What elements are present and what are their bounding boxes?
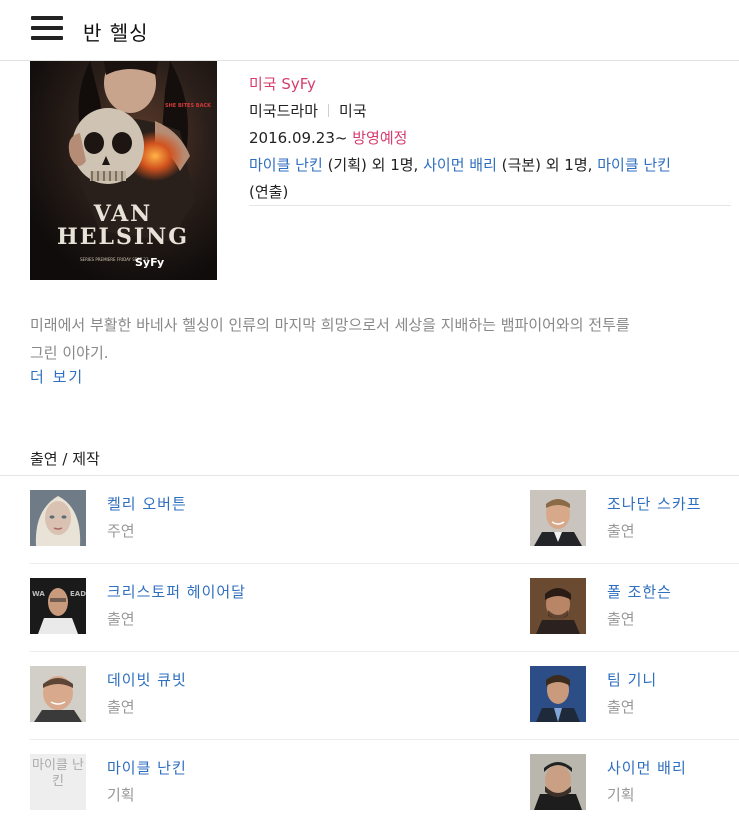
channel-link[interactable]: 미국 SyFy [249, 75, 316, 93]
more-link[interactable]: 더 보기 [30, 366, 84, 387]
section-divider [0, 475, 739, 476]
cast-section-title: 출연 / 제작 [30, 450, 100, 468]
svg-text:EAD: EAD [70, 590, 86, 598]
show-info: 미국 SyFy 미국드라마 미국 2016.09.23~ 방영예정 마이클 난킨 … [249, 71, 731, 206]
avatar [530, 666, 586, 722]
row-divider [30, 651, 739, 652]
credit-detail-creator: (기획) 외 1명, [327, 156, 419, 174]
poster-tagline: SHE BITES BACK [165, 103, 212, 109]
avatar-placeholder-text: 마이클 난킨 [32, 758, 84, 789]
cast-item[interactable]: WA EAD 크리스토퍼 헤이어달 출연 [30, 578, 450, 634]
credits-row: 마이클 난킨 (기획) 외 1명, 사이먼 배리 (극본) 외 1명, 마이클 … [249, 152, 731, 179]
person-role: 출연 [607, 698, 635, 716]
synopsis-line1: 미래에서 부활한 바네사 헬싱이 인류의 마지막 희망으로서 세상을 지배하는 … [30, 316, 630, 334]
cast-item[interactable]: 데이빗 큐빗 출연 [30, 666, 450, 722]
person-name: 크리스토퍼 헤이어달 [107, 583, 246, 601]
air-date: 2016.09.23~ [249, 129, 348, 147]
person-role: 주연 [107, 522, 135, 540]
hamburger-menu-icon[interactable] [31, 16, 63, 40]
info-divider [249, 205, 731, 206]
divider [328, 104, 330, 117]
cast-item[interactable]: 사이먼 배리 기획 [530, 754, 730, 810]
avatar [30, 666, 86, 722]
country-text: 미국 [339, 102, 367, 120]
cast-item[interactable]: 폴 조한슨 출연 [530, 578, 730, 634]
poster-image[interactable]: SHE BITES BACK VAN HELSING SERIES PREMIE… [30, 61, 217, 280]
channel-row: 미국 SyFy [249, 71, 731, 98]
credit-link-creator[interactable]: 마이클 난킨 [249, 156, 323, 174]
credit-link-director[interactable]: 마이클 난킨 [597, 156, 671, 174]
person-name: 조나단 스카프 [607, 495, 702, 513]
person-name: 데이빗 큐빗 [107, 671, 187, 689]
cast-item[interactable]: 팀 기니 출연 [530, 666, 730, 722]
svg-text:WA: WA [32, 590, 45, 598]
app-header: 반 헬싱 [0, 0, 739, 61]
credit-detail-director: (연출) [249, 183, 289, 201]
person-name: 팀 기니 [607, 671, 658, 689]
genre-text: 미국드라마 [249, 102, 319, 120]
avatar [530, 754, 586, 810]
synopsis: 미래에서 부활한 바네사 헬싱이 인류의 마지막 희망으로서 세상을 지배하는 … [30, 311, 730, 367]
person-role: 출연 [607, 610, 635, 628]
air-status: 방영예정 [352, 129, 408, 147]
person-role: 출연 [107, 698, 135, 716]
avatar: WA EAD [30, 578, 86, 634]
credit-link-writer[interactable]: 사이먼 배리 [423, 156, 497, 174]
person-role: 출연 [107, 610, 135, 628]
avatar-placeholder: 마이클 난킨 [30, 754, 86, 810]
avatar [530, 490, 586, 546]
avatar [30, 490, 86, 546]
poster-network-logo: SyFy [135, 256, 164, 269]
cast-item[interactable]: 켈리 오버튼 주연 [30, 490, 450, 546]
date-row: 2016.09.23~ 방영예정 [249, 125, 731, 152]
cast-item[interactable]: 마이클 난킨 마이클 난킨 기획 [30, 754, 450, 810]
cast-item[interactable]: 조나단 스카프 출연 [530, 490, 730, 546]
page-title: 반 헬싱 [83, 21, 149, 45]
person-name: 켈리 오버튼 [107, 495, 187, 513]
person-role: 기획 [107, 786, 135, 804]
avatar [530, 578, 586, 634]
person-name: 마이클 난킨 [107, 759, 187, 777]
person-role: 출연 [607, 522, 635, 540]
row-divider [30, 739, 739, 740]
synopsis-line2: 그린 이야기. [30, 344, 109, 362]
person-name: 사이먼 배리 [607, 759, 687, 777]
genre-row: 미국드라마 미국 [249, 98, 731, 125]
person-role: 기획 [607, 786, 635, 804]
poster-title-line2: HELSING [57, 224, 189, 250]
credit-detail-writer: (극본) 외 1명, [501, 156, 593, 174]
row-divider [30, 563, 739, 564]
person-name: 폴 조한슨 [607, 583, 672, 601]
credits-tail-row: (연출) [249, 179, 731, 206]
